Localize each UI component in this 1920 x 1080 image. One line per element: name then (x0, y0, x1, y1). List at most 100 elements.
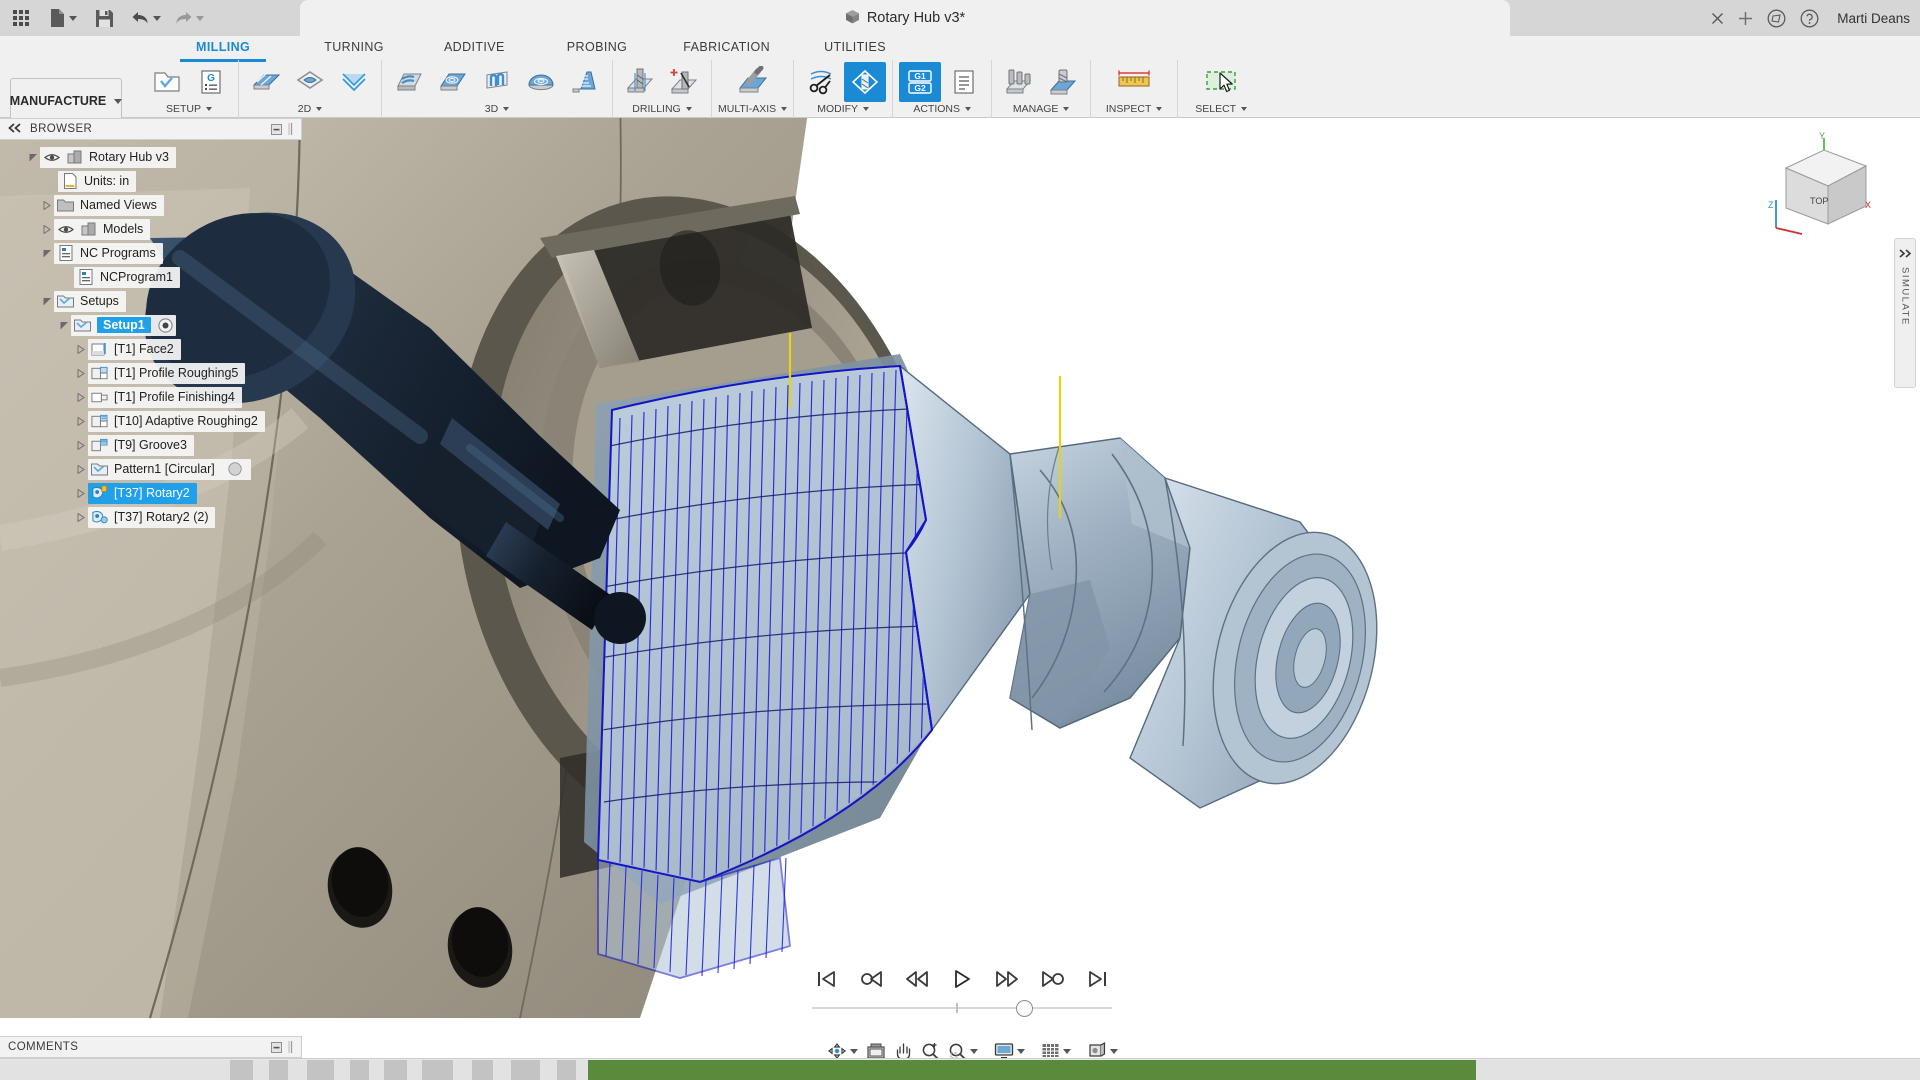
view-cube[interactable]: TOP Z X Y (1762, 132, 1882, 242)
adaptive-3d-icon[interactable] (388, 62, 430, 102)
help-icon[interactable] (1800, 9, 1819, 28)
tree-item-named-views[interactable]: Named Views (54, 195, 164, 216)
step-back-operation-button[interactable] (857, 964, 887, 994)
tab-turning[interactable]: TURNING (308, 36, 400, 59)
tree-item-models[interactable]: Models (54, 219, 150, 240)
comments-bar[interactable]: COMMENTS (0, 1036, 302, 1058)
twisty-down-icon[interactable] (26, 153, 40, 162)
collapse-right-icon[interactable] (1899, 245, 1912, 263)
save-icon[interactable] (91, 4, 117, 32)
tree-item-rotary-hub-v3[interactable]: Rotary Hub v3 (40, 147, 176, 168)
app-grid-icon[interactable] (8, 4, 34, 32)
undo-icon[interactable] (128, 4, 164, 32)
twisty-right-icon[interactable] (74, 441, 88, 450)
rewind-button[interactable] (902, 964, 932, 994)
panel-label-manage[interactable]: MANAGE (1013, 102, 1070, 116)
eye-icon[interactable] (43, 149, 60, 166)
tree-item-ncprogram1[interactable]: NCProgram1 (74, 267, 180, 288)
tree-row-setups[interactable]: Setups (0, 289, 310, 313)
tree-row-ncprogram1[interactable]: NCProgram1 (0, 265, 310, 289)
tree-item-adaptive-roughing2[interactable]: [T10] Adaptive Roughing2 (88, 411, 265, 432)
tree-row-rotary2-copy[interactable]: [T37] Rotary2 (2) (0, 505, 310, 529)
tree-row-units[interactable]: Units: in (0, 169, 310, 193)
panel-label-inspect[interactable]: INSPECT (1106, 102, 1163, 116)
simulate-side-panel[interactable]: SIMULATE (1894, 238, 1916, 388)
twisty-right-icon[interactable] (74, 345, 88, 354)
twisty-right-icon[interactable] (74, 417, 88, 426)
panel-label-3d[interactable]: 3D (485, 102, 509, 116)
machine-library-icon[interactable] (1042, 62, 1084, 102)
drill-icon[interactable] (619, 62, 661, 102)
panel-label-select[interactable]: SELECT (1195, 102, 1247, 116)
close-tab-icon[interactable] (1711, 12, 1724, 25)
play-button[interactable] (947, 964, 977, 994)
parallel-3d-icon[interactable] (476, 62, 518, 102)
twisty-right-icon[interactable] (74, 393, 88, 402)
trim-tool-icon[interactable] (800, 62, 842, 102)
adaptive-2d-icon[interactable] (289, 62, 331, 102)
step-forward-operation-button[interactable] (1037, 964, 1067, 994)
g1-g2-post-process-icon[interactable]: G1 G2 (899, 62, 941, 102)
slider-handle[interactable] (1016, 1000, 1033, 1017)
gray-dot-icon[interactable] (227, 461, 244, 478)
tree-row-models[interactable]: Models (0, 217, 310, 241)
tree-row-rotary-hub-v3[interactable]: Rotary Hub v3 (0, 145, 310, 169)
panel-label-setup[interactable]: SETUP (166, 102, 212, 116)
skip-to-end-button[interactable] (1082, 964, 1112, 994)
twisty-right-icon[interactable] (40, 201, 54, 210)
twisty-right-icon[interactable] (74, 489, 88, 498)
spiral-3d-icon[interactable] (564, 62, 606, 102)
tab-additive[interactable]: ADDITIVE (428, 36, 521, 59)
comments-dock-controls[interactable] (271, 1041, 301, 1053)
add-tab-icon[interactable] (1738, 11, 1753, 26)
tree-item-face2[interactable]: [T1] Face2 (88, 339, 181, 360)
panel-label-multi-axis[interactable]: MULTI-AXIS (718, 102, 787, 116)
tree-row-named-views[interactable]: Named Views (0, 193, 310, 217)
tool-library-icon[interactable] (998, 62, 1040, 102)
tree-item-rotary2-copy[interactable]: [T37] Rotary2 (2) (88, 507, 215, 528)
tab-utilities[interactable]: UTILITIES (808, 36, 902, 59)
measure-icon[interactable] (1113, 61, 1155, 101)
tree-item-setup1[interactable]: Setup1 (71, 315, 176, 336)
tree-row-rotary2[interactable]: [T37] Rotary2 (0, 481, 310, 505)
collapse-left-icon[interactable] (8, 123, 22, 136)
user-name[interactable]: Marti Deans (1833, 11, 1910, 26)
tree-item-profile-roughing5[interactable]: [T1] Profile Roughing5 (88, 363, 245, 384)
setup-sheet-icon[interactable] (943, 62, 985, 102)
tree-item-rotary2[interactable]: [T37] Rotary2 (88, 483, 197, 504)
tab-milling[interactable]: MILLING (180, 36, 266, 62)
browser-dock-controls[interactable] (271, 123, 301, 135)
new-document-icon[interactable] (46, 4, 80, 32)
tree-row-profile-roughing5[interactable]: [T1] Profile Roughing5 (0, 361, 310, 385)
tab-probing[interactable]: PROBING (551, 36, 643, 59)
twisty-down-icon[interactable] (40, 297, 54, 306)
twisty-down-icon[interactable] (40, 249, 54, 258)
twisty-right-icon[interactable] (40, 225, 54, 234)
skip-to-start-button[interactable] (812, 964, 842, 994)
twisty-right-icon[interactable] (74, 369, 88, 378)
panel-label-modify[interactable]: MODIFY (817, 102, 869, 116)
target-dot-icon[interactable] (157, 317, 174, 334)
eye-icon[interactable] (57, 221, 74, 238)
twisty-down-icon[interactable] (57, 321, 71, 330)
simplify-icon[interactable] (844, 62, 886, 102)
fast-forward-button[interactable] (992, 964, 1022, 994)
tree-item-nc-programs[interactable]: NC Programs (54, 243, 163, 264)
simulation-progress-slider[interactable] (812, 998, 1112, 1018)
panel-label-drilling[interactable]: DRILLING (632, 102, 691, 116)
tree-item-setups[interactable]: Setups (54, 291, 126, 312)
twisty-right-icon[interactable] (74, 513, 88, 522)
nc-program-icon[interactable]: G (190, 62, 232, 102)
tree-row-groove3[interactable]: [T9] Groove3 (0, 433, 310, 457)
tree-item-groove3[interactable]: [T9] Groove3 (88, 435, 194, 456)
contour-2d-icon[interactable] (333, 62, 375, 102)
tab-fabrication[interactable]: FABRICATION (667, 36, 786, 59)
share-icon[interactable] (1767, 9, 1786, 28)
multi-axis-contour-icon[interactable] (732, 61, 774, 101)
panel-label-actions[interactable]: ACTIONS (913, 102, 971, 116)
tree-row-profile-finishing4[interactable]: [T1] Profile Finishing4 (0, 385, 310, 409)
scallop-3d-icon[interactable] (520, 62, 562, 102)
tree-row-nc-programs[interactable]: NC Programs (0, 241, 310, 265)
tree-item-profile-finishing4[interactable]: [T1] Profile Finishing4 (88, 387, 242, 408)
pocket-3d-icon[interactable] (432, 62, 474, 102)
